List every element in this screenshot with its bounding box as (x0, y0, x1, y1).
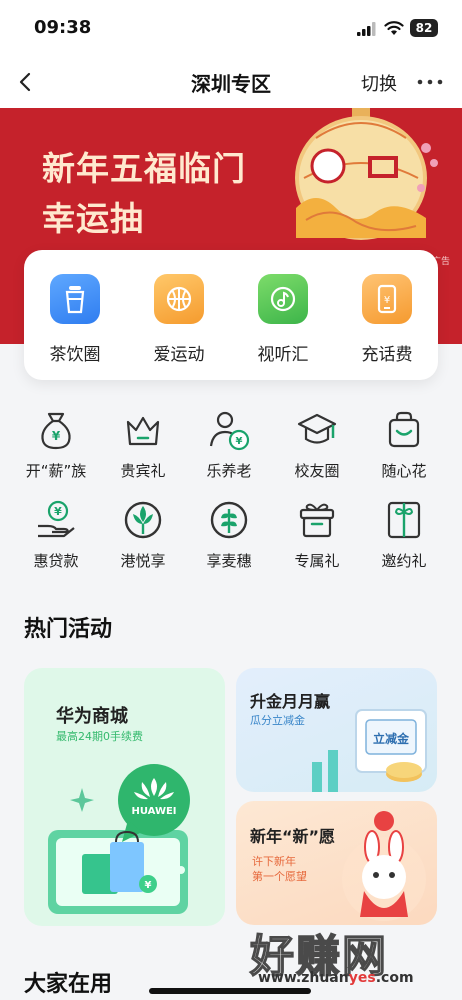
svg-text:¥: ¥ (236, 436, 243, 447)
huawei-logo-text: HUAWEI (131, 806, 176, 817)
cup-icon (50, 274, 100, 324)
gift-icon (299, 503, 335, 538)
grid-item-alumni[interactable]: 校友圈 (277, 408, 357, 481)
grid-item-invite[interactable]: 邀约礼 (364, 498, 444, 571)
grid-item-wheat[interactable]: 享麦穗 (189, 498, 269, 571)
person-yuan-icon: ¥ (209, 411, 250, 451)
quick-item-media[interactable]: 视听汇 (238, 274, 328, 365)
new-year-wish-card[interactable]: 新年“新”愿 许下新年 第一个愿望 (236, 801, 437, 925)
coupon-illustration: 立减金 (312, 709, 427, 792)
section-title-popular: 大家在用 (24, 972, 113, 997)
grid-item-salary[interactable]: ¥ 开“薪”族 (16, 408, 96, 481)
cellular-signal-icon (357, 22, 376, 36)
gold-monthly-card[interactable]: 升金月月赢 瓜分立减金 立减金 (236, 668, 437, 792)
switch-city-button[interactable]: 切换 (361, 70, 397, 96)
grid-item-label: 惠贷款 (33, 552, 79, 570)
crown-icon (126, 416, 160, 446)
grid-item-spend[interactable]: 随心花 (364, 408, 444, 481)
quick-item-tea[interactable]: 茶饮圈 (30, 274, 120, 365)
banner-line-2: 幸运抽 (42, 199, 144, 238)
watermark-url-highlight: yes (348, 970, 376, 986)
home-indicator[interactable] (149, 988, 311, 994)
graduation-cap-icon (297, 413, 337, 444)
banner-line-1: 新年五福临门 (42, 149, 246, 188)
card-subtitle-line1: 许下新年 (252, 855, 296, 868)
watermark-url-suffix: .com (375, 970, 414, 986)
card-title: 新年“新”愿 (250, 827, 336, 846)
nav-bar: 深圳专区 切换 (0, 56, 462, 108)
quick-item-label: 视听汇 (257, 345, 309, 365)
basketball-icon (154, 274, 204, 324)
grid-item-label: 专属礼 (294, 552, 340, 570)
watermark-url: www.zhuanyes.com (258, 970, 414, 986)
card-subtitle: 最高24期0手续费 (56, 730, 143, 743)
rabbit-mascot (342, 811, 426, 921)
grid-item-pension[interactable]: ¥ 乐养老 (189, 408, 269, 481)
huawei-store-card[interactable]: 华为商城 最高24期0手续费 HUAWEI ¥ (24, 668, 225, 926)
lantern-illustration (295, 108, 438, 240)
svg-text:¥: ¥ (384, 295, 390, 306)
grid-item-label: 邀约礼 (381, 552, 427, 570)
svg-text:¥: ¥ (145, 880, 152, 891)
status-bar: 09:38 82 (0, 0, 462, 56)
quick-item-label: 充话费 (361, 345, 413, 365)
quick-actions-card: 茶饮圈 爱运动 视听汇 ¥ 充话费 (24, 250, 438, 380)
battery-icon: 82 (410, 19, 438, 37)
grid-item-loan[interactable]: ¥ 惠贷款 (16, 498, 96, 571)
grid-item-label: 随心花 (381, 462, 427, 480)
coupon-text: 立减金 (373, 731, 410, 746)
svg-text:¥: ¥ (52, 429, 61, 443)
card-title: 华为商城 (56, 706, 128, 727)
hk-emblem-icon (124, 501, 162, 539)
quick-item-recharge[interactable]: ¥ 充话费 (342, 274, 432, 365)
hand-coin-icon: ¥ (38, 500, 75, 538)
quick-item-label: 爱运动 (153, 345, 205, 365)
more-menu-icon[interactable] (415, 70, 445, 94)
watermark-url-prefix: www.zhuan (258, 970, 349, 986)
card-subtitle-line2: 第一个愿望 (252, 870, 307, 883)
music-icon (258, 274, 308, 324)
grid-item-label: 港悦享 (120, 552, 166, 570)
grid-item-label: 享麦穗 (206, 552, 252, 570)
grid-item-label: 开“薪”族 (25, 462, 87, 480)
huawei-illustration: HUAWEI ¥ (48, 764, 190, 914)
money-bag-icon: ¥ (41, 412, 71, 450)
grid-item-label: 乐养老 (206, 462, 252, 480)
quick-item-label: 茶饮圈 (49, 345, 101, 365)
grid-item-label: 贵宾礼 (120, 462, 166, 480)
status-time: 09:38 (34, 17, 92, 38)
svg-text:¥: ¥ (54, 505, 62, 518)
grid-item-label: 校友圈 (294, 462, 340, 480)
section-title-hot: 热门活动 (24, 617, 113, 642)
grid-item-vip[interactable]: 贵宾礼 (103, 408, 183, 481)
site-watermark: 好赚网 www.zhuanyes.com (249, 920, 450, 990)
phone-recharge-icon: ¥ (362, 274, 412, 324)
grid-item-gift[interactable]: 专属礼 (277, 498, 357, 571)
grid-item-hk[interactable]: 港悦享 (103, 498, 183, 571)
invitation-icon (387, 501, 421, 539)
shopping-bag-icon (388, 411, 420, 448)
quick-item-sport[interactable]: 爱运动 (134, 274, 224, 365)
banner-headline: 新年五福临门 幸运抽 (42, 144, 246, 244)
wheat-icon (210, 501, 248, 539)
wifi-icon (384, 21, 404, 35)
